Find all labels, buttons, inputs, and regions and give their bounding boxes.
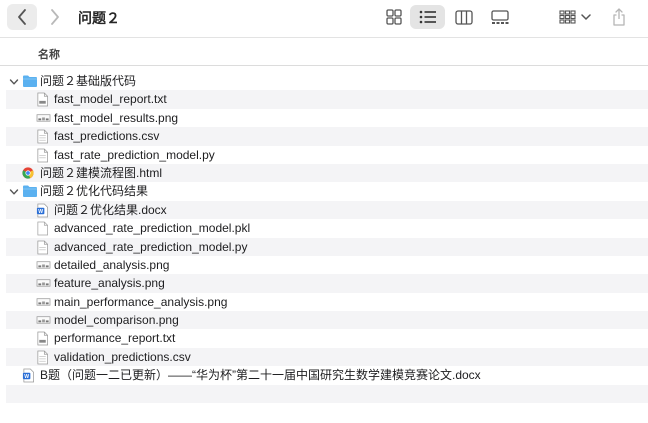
folder-row[interactable]: 问题２优化代码结果 bbox=[6, 182, 648, 200]
file-name: fast_predictions.csv bbox=[54, 129, 160, 144]
file-row[interactable]: fast_model_report.txt bbox=[6, 90, 648, 109]
file-name: B题（问题一二已更新）——“华为杯”第二十一届中国研究生数学建模竞赛论文.doc… bbox=[40, 368, 481, 383]
finder-toolbar: 问题２ bbox=[0, 0, 648, 36]
word-document-icon: W bbox=[36, 203, 50, 218]
image-file-icon bbox=[36, 258, 51, 273]
svg-text:W: W bbox=[38, 209, 43, 215]
file-row[interactable]: fast_rate_prediction_model.py bbox=[6, 146, 648, 164]
file-row[interactable]: model_comparison.png bbox=[6, 311, 648, 330]
grid-icon bbox=[386, 9, 402, 25]
file-row[interactable]: feature_analysis.png bbox=[6, 274, 648, 293]
file-row[interactable]: advanced_rate_prediction_model.pkl bbox=[6, 219, 648, 237]
file-row[interactable]: performance_report.txt bbox=[6, 329, 648, 347]
group-grid-icon bbox=[559, 10, 576, 24]
svg-text:W: W bbox=[24, 374, 29, 380]
image-file-icon bbox=[36, 313, 51, 328]
text-file-icon bbox=[36, 92, 50, 107]
file-row[interactable]: advanced_rate_prediction_model.py bbox=[6, 237, 648, 256]
file-row[interactable]: fast_predictions.csv bbox=[6, 127, 648, 146]
folder-row[interactable]: 问题２基础版代码 bbox=[6, 72, 648, 90]
file-name: fast_model_results.png bbox=[54, 110, 179, 125]
file-row[interactable]: W B题（问题一二已更新）——“华为杯”第二十一届中国研究生数学建模竞赛论文.do… bbox=[6, 366, 648, 384]
gallery-view-button[interactable] bbox=[485, 5, 515, 29]
text-file-icon bbox=[36, 331, 50, 346]
file-name: fast_rate_prediction_model.py bbox=[54, 147, 215, 162]
back-button[interactable] bbox=[7, 4, 37, 30]
document-file-icon bbox=[36, 240, 50, 255]
disclosure-chevron-icon[interactable] bbox=[8, 75, 20, 87]
name-column-header[interactable]: 名称 bbox=[38, 46, 60, 62]
file-name: main_performance_analysis.png bbox=[54, 294, 228, 309]
file-row[interactable]: fast_model_results.png bbox=[6, 109, 648, 127]
file-name: advanced_rate_prediction_model.pkl bbox=[54, 221, 251, 236]
file-name: performance_report.txt bbox=[54, 331, 176, 346]
file-name: fast_model_report.txt bbox=[54, 92, 167, 107]
document-file-icon bbox=[36, 350, 50, 365]
disclosure-chevron-icon[interactable] bbox=[8, 185, 20, 197]
folder-icon bbox=[22, 74, 38, 89]
list-icon bbox=[419, 10, 436, 24]
window-title: 问题２ bbox=[78, 10, 120, 26]
document-file-icon bbox=[36, 129, 50, 144]
file-name: feature_analysis.png bbox=[54, 276, 165, 291]
document-file-icon bbox=[36, 148, 50, 163]
file-name: validation_predictions.csv bbox=[54, 349, 191, 364]
column-header: 名称 bbox=[0, 37, 648, 66]
chevron-right-icon bbox=[51, 9, 59, 25]
chrome-html-icon bbox=[22, 166, 36, 181]
file-name: 问题２优化代码结果 bbox=[40, 184, 149, 199]
folder-icon bbox=[22, 184, 38, 199]
file-name: 问题２建模流程图.html bbox=[40, 165, 163, 180]
chevron-down-icon bbox=[581, 14, 591, 21]
file-name: detailed_analysis.png bbox=[54, 257, 170, 272]
gallery-icon bbox=[491, 9, 509, 24]
word-document-icon: W bbox=[22, 368, 36, 383]
file-row[interactable]: validation_predictions.csv bbox=[6, 347, 648, 367]
image-file-icon bbox=[36, 111, 51, 126]
image-file-icon bbox=[36, 276, 51, 291]
columns-icon bbox=[455, 9, 473, 25]
file-row[interactable]: detailed_analysis.png bbox=[6, 256, 648, 274]
file-name: 问题２基础版代码 bbox=[40, 74, 137, 88]
file-name: model_comparison.png bbox=[54, 313, 179, 328]
share-icon bbox=[613, 8, 625, 26]
image-file-icon bbox=[36, 295, 51, 310]
file-name: 问题２优化结果.docx bbox=[54, 202, 167, 217]
chevron-left-icon bbox=[18, 9, 26, 25]
file-row[interactable]: 问题２建模流程图.html bbox=[6, 163, 648, 183]
file-row[interactable]: main_performance_analysis.png bbox=[6, 293, 648, 311]
empty-row bbox=[6, 384, 648, 404]
file-name: advanced_rate_prediction_model.py bbox=[54, 239, 248, 254]
column-view-button[interactable] bbox=[450, 5, 478, 29]
file-list: 问题２基础版代码 fast_model_report.txt fast_model_… bbox=[0, 72, 648, 421]
icon-view-button[interactable] bbox=[380, 5, 408, 29]
blank-file-icon bbox=[36, 221, 50, 236]
file-row[interactable]: W 问题２优化结果.docx bbox=[6, 200, 648, 220]
empty-row bbox=[6, 403, 648, 421]
forward-button[interactable] bbox=[41, 4, 69, 30]
list-view-button[interactable] bbox=[410, 5, 445, 29]
share-button[interactable] bbox=[606, 4, 632, 30]
group-by-button[interactable] bbox=[555, 5, 595, 29]
